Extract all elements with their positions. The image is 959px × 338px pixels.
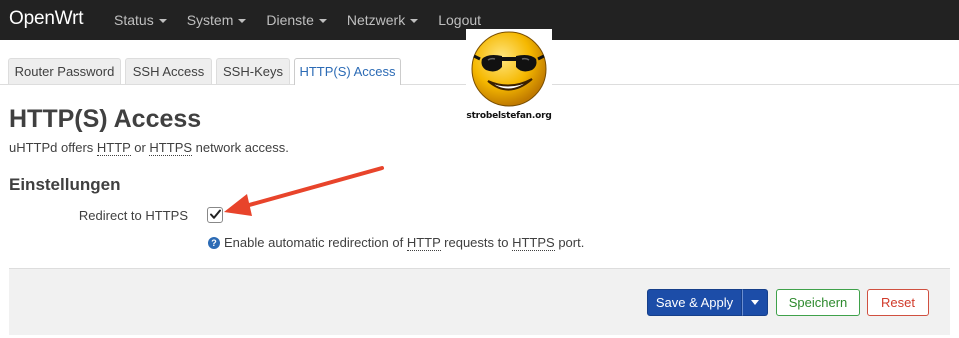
tab-ssh-keys[interactable]: SSH-Keys <box>216 58 290 84</box>
watermark-text: strobelstefan.org <box>466 111 552 121</box>
chevron-down-icon <box>751 300 759 305</box>
redirect-https-help: ? Enable automatic redirection of HTTP re… <box>208 235 585 251</box>
menu-status[interactable]: Status <box>104 0 177 40</box>
section-title: Einstellungen <box>9 175 121 194</box>
help-text-start: Enable automatic redirection of <box>224 235 407 250</box>
tab-router-password[interactable]: Router Password <box>8 58 121 84</box>
form-actions: Save & Apply Speichern Reset <box>9 268 950 335</box>
menu-netzwerk-label: Netzwerk <box>346 12 406 28</box>
annotation-arrow-icon <box>224 166 384 216</box>
smiley-sunglasses-icon <box>471 31 547 107</box>
menu-dienste[interactable]: Dienste <box>256 0 336 40</box>
main-menu: Status System Dienste Netzwerk Logout <box>104 0 491 40</box>
help-icon: ? <box>208 237 220 249</box>
http-abbr: HTTP <box>406 235 441 251</box>
description-text-mid: or <box>130 140 150 155</box>
watermark-logo: strobelstefan.org <box>466 29 552 127</box>
menu-system-label: System <box>186 12 234 28</box>
tab-ssh-access[interactable]: SSH Access <box>125 58 212 84</box>
help-text-mid: requests to <box>440 235 513 250</box>
save-apply-dropdown-button[interactable] <box>742 289 768 316</box>
chevron-down-icon <box>410 19 419 24</box>
chevron-down-icon <box>318 19 327 24</box>
redirect-https-label: Redirect to HTTPS <box>78 208 188 223</box>
menu-system[interactable]: System <box>177 0 257 40</box>
menu-logout-label: Logout <box>438 12 482 28</box>
chevron-down-icon <box>158 19 167 24</box>
save-apply-button[interactable]: Save & Apply <box>647 289 742 316</box>
chevron-down-icon <box>238 19 247 24</box>
page-description: uHTTPd offers HTTP or HTTPS network acce… <box>9 140 289 156</box>
save-button[interactable]: Speichern <box>776 289 860 316</box>
reset-button[interactable]: Reset <box>867 289 929 316</box>
brand-logo[interactable]: OpenWrt <box>9 8 83 30</box>
help-text-end: port. <box>554 235 585 250</box>
page-title: HTTP(S) Access <box>9 105 202 133</box>
https-abbr: HTTPS <box>512 235 555 251</box>
menu-dienste-label: Dienste <box>266 12 314 28</box>
description-text-end: network access. <box>192 140 289 155</box>
description-text-start: uHTTPd offers <box>9 140 97 155</box>
https-abbr: HTTPS <box>149 140 193 156</box>
menu-status-label: Status <box>114 12 154 28</box>
http-abbr: HTTP <box>96 140 131 156</box>
tab-https-access[interactable]: HTTP(S) Access <box>294 58 401 85</box>
menu-netzwerk[interactable]: Netzwerk <box>337 0 428 40</box>
